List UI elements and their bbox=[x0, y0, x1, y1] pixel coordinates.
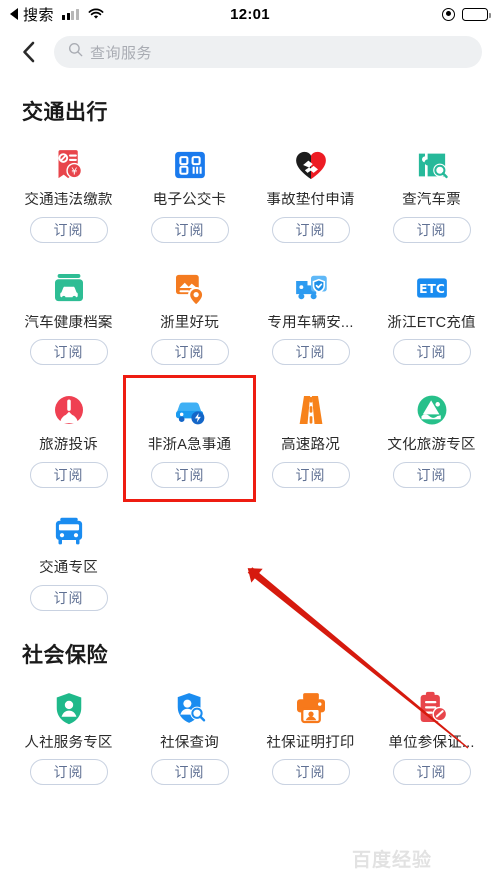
service-item-label: 交通专区 bbox=[39, 560, 98, 577]
subscribe-button[interactable]: 订阅 bbox=[271, 462, 350, 489]
service-item[interactable]: ¥ 交通违法缴款订阅 bbox=[8, 138, 129, 251]
clipboard-edit-icon bbox=[411, 687, 453, 729]
svg-text:ETC: ETC bbox=[419, 281, 445, 295]
mountain-landscape-icon bbox=[411, 389, 453, 431]
subscribe-button[interactable]: 订阅 bbox=[150, 462, 229, 489]
status-bar-right bbox=[442, 7, 491, 21]
etc-badge-icon: ETC bbox=[411, 267, 453, 309]
service-item[interactable]: 旅游投诉 订阅 bbox=[8, 383, 129, 496]
printer-icon bbox=[290, 687, 332, 729]
service-item-label: 事故垫付申请 bbox=[266, 192, 355, 208]
subscribe-button[interactable]: 订阅 bbox=[392, 216, 471, 243]
watermark: 百度经验 bbox=[352, 850, 433, 871]
service-item-label: 文化旅游专区 bbox=[387, 437, 476, 454]
service-item-label: 专用车辆安... bbox=[267, 314, 354, 331]
service-item-label: 高速路况 bbox=[281, 437, 340, 454]
service-item[interactable]: 专用车辆安... 订阅 bbox=[250, 261, 371, 374]
service-item-label: 浙里好玩 bbox=[160, 314, 219, 331]
service-item-label: 社保查询 bbox=[160, 734, 219, 751]
ticket-search-icon bbox=[411, 144, 453, 186]
shield-person-search-icon bbox=[169, 687, 211, 729]
service-item[interactable]: ETC 浙江ETC充值订阅 bbox=[371, 261, 492, 374]
service-item[interactable]: 非浙A急事通订阅 bbox=[129, 383, 250, 496]
shield-person-icon bbox=[48, 687, 90, 729]
subscribe-button[interactable]: 订阅 bbox=[392, 462, 471, 489]
service-item[interactable]: 电子公交卡 订阅 bbox=[129, 138, 250, 251]
search-icon bbox=[68, 42, 83, 62]
service-item-label: 旅游投诉 bbox=[39, 437, 98, 454]
services-scroll-area: 交通出行 ¥ 交通违法缴款 订阅 电子公交卡 订阅 事故垫付申请 订阅 查汽车票… bbox=[0, 76, 500, 793]
subscribe-button[interactable]: 订阅 bbox=[392, 759, 471, 786]
service-item-label: 浙江ETC充值 bbox=[387, 314, 476, 331]
service-item[interactable]: 社保证明打印 订阅 bbox=[250, 681, 371, 794]
service-item-label: 电子公交卡 bbox=[152, 192, 227, 208]
subscribe-button[interactable]: 订阅 bbox=[150, 216, 229, 243]
status-bar-clock: 12:01 bbox=[230, 5, 270, 23]
car-lightning-icon bbox=[169, 389, 211, 431]
service-item[interactable]: 单位参保证... 订阅 bbox=[371, 681, 492, 794]
back-button[interactable] bbox=[16, 39, 42, 65]
service-item[interactable]: 交通专区 订阅 bbox=[8, 506, 129, 619]
bus-card-qr-icon bbox=[169, 144, 211, 186]
service-item-label: 交通违法缴款 bbox=[24, 192, 113, 208]
service-item[interactable]: 社保查询 订阅 bbox=[129, 681, 250, 794]
subscribe-button[interactable]: 订阅 bbox=[29, 339, 108, 366]
subscribe-button[interactable]: 订阅 bbox=[29, 216, 108, 243]
subscribe-button[interactable]: 订阅 bbox=[271, 216, 350, 243]
subscribe-button[interactable]: 订阅 bbox=[150, 759, 229, 786]
highway-road-icon bbox=[290, 389, 332, 431]
battery-icon bbox=[462, 7, 491, 21]
search-input[interactable]: 查询服务 bbox=[54, 36, 482, 68]
car-health-file-icon bbox=[48, 267, 90, 309]
subscribe-button[interactable]: 订阅 bbox=[29, 759, 108, 786]
service-item-label: 汽车健康档案 bbox=[24, 314, 113, 331]
service-item[interactable]: 浙里好玩 订阅 bbox=[129, 261, 250, 374]
subscribe-button[interactable]: 订阅 bbox=[271, 339, 350, 366]
search-header: 查询服务 bbox=[0, 28, 500, 76]
service-item-label: 查汽车票 bbox=[402, 192, 461, 208]
subscribe-button[interactable]: 订阅 bbox=[271, 759, 350, 786]
svg-text:¥: ¥ bbox=[71, 167, 77, 178]
service-item[interactable]: 人社服务专区 订阅 bbox=[8, 681, 129, 794]
traffic-fine-ticket-icon: ¥ bbox=[48, 144, 90, 186]
bus-icon bbox=[48, 512, 90, 554]
subscribe-button[interactable]: 订阅 bbox=[29, 584, 108, 611]
section-title: 社会保险 bbox=[22, 643, 108, 667]
service-item[interactable]: 高速路况 订阅 bbox=[250, 383, 371, 496]
location-services-icon bbox=[442, 7, 455, 21]
service-item[interactable]: 查汽车票 订阅 bbox=[371, 138, 492, 251]
status-bar: 搜索 12:01 bbox=[0, 0, 500, 28]
service-item-label: 单位参保证... bbox=[388, 734, 475, 751]
service-item-label: 非浙A急事通 bbox=[147, 437, 232, 454]
complaint-alert-icon bbox=[48, 389, 90, 431]
section-title: 交通出行 bbox=[22, 101, 108, 124]
subscribe-button[interactable]: 订阅 bbox=[150, 339, 229, 366]
app-screen: 搜索 12:01 查询服务 交通出行 ¥ 交通违法缴款 订阅 电子公交卡 订阅 … bbox=[0, 0, 500, 889]
handshake-heart-icon bbox=[290, 144, 332, 186]
service-item[interactable]: 文化旅游专区 订阅 bbox=[371, 383, 492, 496]
map-pin-photo-icon bbox=[169, 267, 211, 309]
subscribe-button[interactable]: 订阅 bbox=[29, 462, 108, 489]
service-grid: ¥ 交通违法缴款订阅 电子公交卡订阅 事故垫付申请订阅 查汽车票订阅 汽车健康档案… bbox=[0, 130, 500, 619]
service-grid: 人社服务专区订阅 社保查询订阅 社保证明打印订阅 单位参保证... 订阅 bbox=[0, 673, 500, 794]
service-item-label: 社保证明打印 bbox=[266, 734, 355, 751]
truck-shield-icon bbox=[290, 267, 332, 309]
subscribe-button[interactable]: 订阅 bbox=[392, 339, 471, 366]
service-item[interactable]: 汽车健康档案 订阅 bbox=[8, 261, 129, 374]
service-item-label: 人社服务专区 bbox=[24, 734, 113, 751]
service-item[interactable]: 事故垫付申请 订阅 bbox=[250, 138, 371, 251]
search-placeholder-text: 查询服务 bbox=[90, 44, 153, 62]
